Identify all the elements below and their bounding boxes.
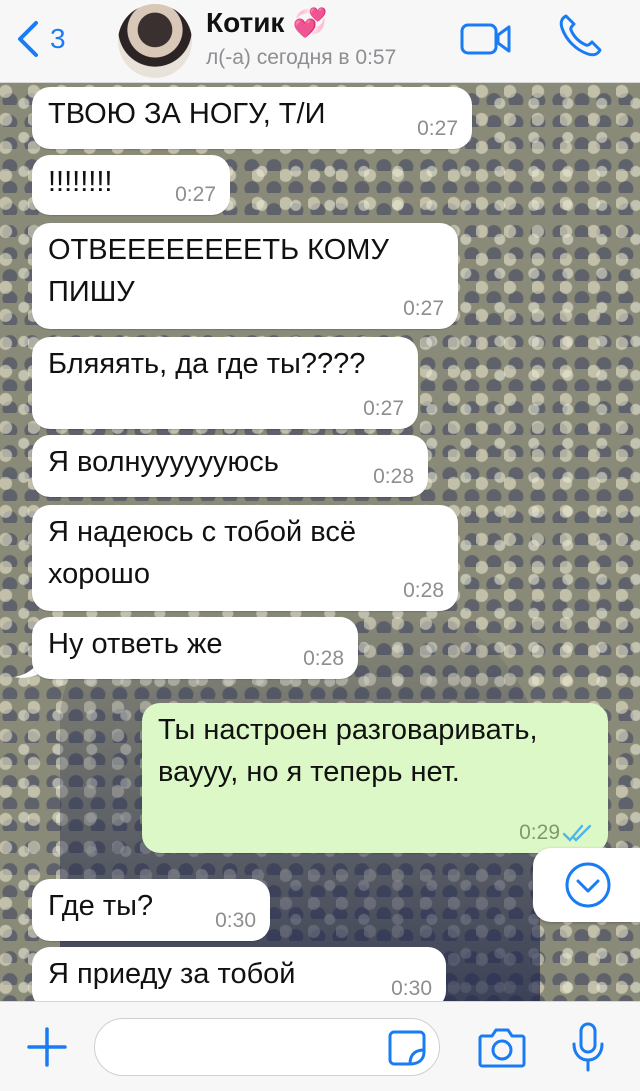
message-text: Ну ответь же <box>48 628 223 660</box>
message-text: Я надеюсь с тобой всё хорошо <box>48 516 356 590</box>
message-text: Я волнууууууюсь <box>48 446 279 478</box>
message-text: !!!!!!!! <box>48 166 113 198</box>
video-camera-icon[interactable] <box>460 22 512 56</box>
message-bubble[interactable]: Я надеюсь с тобой всё хорошо 0:28 <box>32 505 458 611</box>
message-text: Где ты? <box>48 890 154 922</box>
message-text: ТВОЮ ЗА НОГУ, Т/И <box>48 98 326 130</box>
message-text: Бляяять, да где ты???? <box>48 348 366 380</box>
chat-header: 3 Котик 💞 л(-а) сегодня в 0:57 <box>0 0 640 83</box>
message-bubble[interactable]: !!!!!!!! 0:27 <box>32 155 230 215</box>
message-bubble[interactable]: Ну ответь же 0:28 <box>32 617 358 679</box>
plus-icon[interactable] <box>26 1026 68 1068</box>
contact-title[interactable]: Котик 💞 <box>206 6 327 39</box>
unread-count: 3 <box>50 23 66 54</box>
avatar[interactable] <box>118 4 192 78</box>
message-time: 0:30 <box>215 909 256 932</box>
message-text: Ты настроен разговаривать, вауyy, но я т… <box>158 714 538 788</box>
chevron-down-circle-icon <box>565 862 611 908</box>
message-bubble[interactable]: ТВОЮ ЗА НОГУ, Т/И 0:27 <box>32 87 472 149</box>
composer-bar <box>0 1001 640 1091</box>
last-seen-status: л(-а) сегодня в 0:57 <box>206 46 397 69</box>
message-bubble-outgoing[interactable]: Ты настроен разговаривать, вауyy, но я т… <box>142 703 608 853</box>
message-time: 0:28 <box>403 579 444 602</box>
message-time: 0:27 <box>403 297 444 320</box>
message-time: 0:27 <box>175 183 216 206</box>
message-time: 0:30 <box>391 977 432 1000</box>
camera-icon[interactable] <box>478 1026 526 1068</box>
back-button[interactable]: 3 <box>14 14 84 64</box>
heart-emoji-icon: 💞 <box>292 7 328 38</box>
message-text: ОТВЕЕЕЕЕЕЕЕТЬ КОМУ ПИШУ <box>48 234 389 308</box>
message-time: 0:28 <box>303 647 344 670</box>
chevron-left-icon <box>18 21 38 57</box>
message-bubble[interactable]: Бляяять, да где ты???? 0:27 <box>32 337 418 429</box>
read-receipt-icon <box>562 824 592 842</box>
message-time: 0:27 <box>417 117 458 140</box>
message-time: 0:28 <box>373 465 414 488</box>
microphone-icon[interactable] <box>570 1022 606 1072</box>
phone-icon[interactable] <box>556 12 604 60</box>
message-text: Я приеду за тобой <box>48 958 296 990</box>
message-bubble[interactable]: Где ты? 0:30 <box>32 879 270 941</box>
contact-name: Котик <box>206 6 285 38</box>
message-time: 0:27 <box>363 397 404 420</box>
message-bubble[interactable]: ОТВЕЕЕЕЕЕЕЕТЬ КОМУ ПИШУ 0:27 <box>32 223 458 329</box>
message-bubble[interactable]: Я волнууууууюсь 0:28 <box>32 435 428 497</box>
message-bubble[interactable]: Я приеду за тобой 0:30 <box>32 947 446 1001</box>
sticker-icon[interactable] <box>388 1030 426 1066</box>
message-time: 0:29 <box>519 821 560 844</box>
scroll-to-bottom-button[interactable] <box>533 848 640 922</box>
